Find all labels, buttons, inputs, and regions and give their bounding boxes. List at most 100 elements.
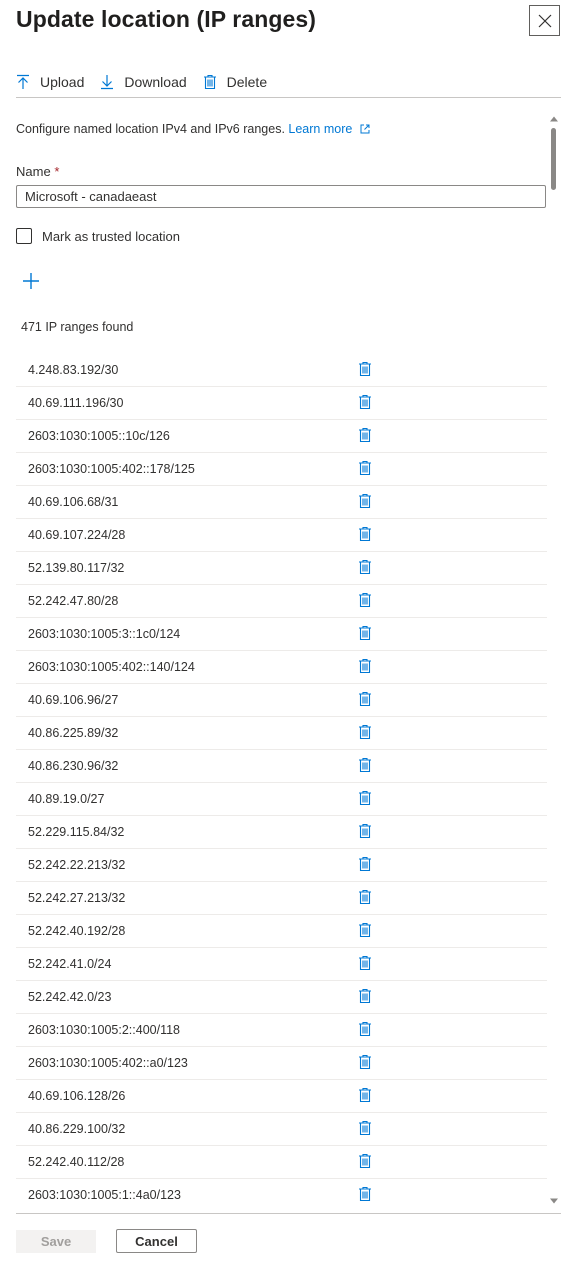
ip-range-row: 40.69.106.128/26 <box>16 1080 547 1113</box>
delete-ip-range-button[interactable] <box>358 460 372 481</box>
ip-range-value: 40.69.107.224/28 <box>28 528 126 542</box>
delete-ip-range-button[interactable] <box>358 1087 372 1108</box>
ip-range-row: 40.86.225.89/32 <box>16 717 547 750</box>
ip-range-row: 40.69.106.68/31 <box>16 486 547 519</box>
ip-range-row: 40.69.111.196/30 <box>16 387 547 420</box>
ip-range-value: 40.86.225.89/32 <box>28 726 119 740</box>
ip-range-row: 52.242.42.0/23 <box>16 981 547 1014</box>
ip-range-row: 52.242.47.80/28 <box>16 585 547 618</box>
scroll-up-icon[interactable] <box>549 114 559 124</box>
ip-range-row: 40.69.107.224/28 <box>16 519 547 552</box>
delete-label: Delete <box>226 73 268 90</box>
ip-range-value: 52.242.42.0/23 <box>28 990 112 1004</box>
delete-ip-range-button[interactable] <box>358 526 372 547</box>
download-icon <box>101 74 114 89</box>
delete-ip-range-button[interactable] <box>358 1120 372 1141</box>
ip-range-row: 2603:1030:1005::10c/126 <box>16 420 547 453</box>
upload-label: Upload <box>40 73 85 90</box>
ip-range-row: 2603:1030:1005:402::a0/123 <box>16 1047 547 1080</box>
trusted-location-checkbox[interactable] <box>16 228 32 244</box>
delete-ip-range-button[interactable] <box>358 394 372 415</box>
delete-ip-range-button[interactable] <box>358 757 372 778</box>
cancel-button[interactable]: Cancel <box>116 1229 197 1253</box>
add-ip-range-button[interactable] <box>22 272 40 295</box>
delete-ip-range-button[interactable] <box>358 1153 372 1174</box>
ip-range-value: 2603:1030:1005:402::a0/123 <box>28 1056 188 1070</box>
delete-ip-range-button[interactable] <box>358 1186 372 1207</box>
scrollbar-thumb[interactable] <box>551 128 556 190</box>
trash-icon <box>359 955 371 971</box>
trash-icon <box>359 559 371 575</box>
trash-icon <box>359 1087 371 1103</box>
ip-range-value: 2603:1030:1005:2::400/118 <box>28 1023 180 1037</box>
trusted-location-option: Mark as trusted location <box>16 228 180 244</box>
trash-icon <box>359 856 371 872</box>
trash-icon <box>359 1021 371 1037</box>
command-bar: Upload Download Delete <box>16 66 561 98</box>
ip-range-value: 52.242.47.80/28 <box>28 594 119 608</box>
download-button[interactable]: Download <box>100 74 187 90</box>
delete-ip-range-button[interactable] <box>358 790 372 811</box>
ip-range-row: 52.242.40.112/28 <box>16 1146 547 1179</box>
delete-ip-range-button[interactable] <box>358 493 372 514</box>
delete-ip-range-button[interactable] <box>358 691 372 712</box>
trash-icon <box>359 1054 371 1070</box>
ip-range-row: 2603:1030:1005:402::140/124 <box>16 651 547 684</box>
trash-icon <box>359 1186 371 1202</box>
ip-range-value: 2603:1030:1005:402::178/125 <box>28 462 195 476</box>
learn-more-label: Learn more <box>288 122 353 136</box>
name-input[interactable] <box>16 185 546 208</box>
trusted-location-label: Mark as trusted location <box>42 228 181 244</box>
delete-ip-range-button[interactable] <box>358 625 372 646</box>
delete-ip-range-button[interactable] <box>358 1054 372 1075</box>
trash-icon <box>359 394 371 410</box>
ip-range-value: 2603:1030:1005:3::1c0/124 <box>28 627 181 641</box>
delete-button[interactable]: Delete <box>203 74 267 90</box>
ip-range-value: 52.242.41.0/24 <box>28 957 112 971</box>
delete-ip-range-button[interactable] <box>358 955 372 976</box>
delete-ip-range-button[interactable] <box>358 658 372 679</box>
upload-icon <box>17 74 29 89</box>
delete-ip-range-button[interactable] <box>358 856 372 877</box>
trash-icon <box>359 1153 371 1169</box>
trash-icon <box>359 922 371 938</box>
ip-range-row: 52.229.115.84/32 <box>16 816 547 849</box>
ip-range-value: 2603:1030:1005:402::140/124 <box>28 660 195 674</box>
trash-icon <box>359 823 371 839</box>
scrollbar[interactable] <box>548 112 560 1208</box>
save-button[interactable]: Save <box>16 1230 96 1253</box>
description-text: Configure named location IPv4 and IPv6 r… <box>16 122 285 136</box>
trash-icon <box>359 526 371 542</box>
learn-more-link[interactable]: Learn more <box>288 122 370 136</box>
ip-range-value: 2603:1030:1005:1::4a0/123 <box>28 1188 181 1202</box>
ip-range-row: 52.242.27.213/32 <box>16 882 547 915</box>
description: Configure named location IPv4 and IPv6 r… <box>16 122 370 136</box>
ip-range-value: 52.242.40.192/28 <box>28 924 126 938</box>
delete-ip-range-button[interactable] <box>358 427 372 448</box>
ip-range-value: 40.69.106.128/26 <box>28 1089 126 1103</box>
trash-icon <box>359 724 371 740</box>
trash-icon <box>359 427 371 443</box>
ip-range-value: 40.69.106.96/27 <box>28 693 119 707</box>
delete-ip-range-button[interactable] <box>358 988 372 1009</box>
ip-range-row: 52.242.40.192/28 <box>16 915 547 948</box>
ip-range-row: 4.248.83.192/30 <box>16 354 547 387</box>
delete-ip-range-button[interactable] <box>358 559 372 580</box>
ip-range-row: 52.139.80.117/32 <box>16 552 547 585</box>
delete-ip-range-button[interactable] <box>358 889 372 910</box>
ip-range-value: 2603:1030:1005::10c/126 <box>28 429 170 443</box>
delete-ip-range-button[interactable] <box>358 724 372 745</box>
close-button[interactable] <box>529 5 560 36</box>
delete-ip-range-button[interactable] <box>358 823 372 844</box>
ip-range-count: 471 IP ranges found <box>21 320 134 334</box>
ip-range-value: 52.242.40.112/28 <box>28 1155 125 1169</box>
delete-ip-range-button[interactable] <box>358 1021 372 1042</box>
ip-range-value: 40.69.111.196/30 <box>28 396 124 410</box>
delete-ip-range-button[interactable] <box>358 361 372 382</box>
upload-button[interactable]: Upload <box>16 74 84 90</box>
scroll-down-icon[interactable] <box>549 1196 559 1206</box>
name-label-text: Name <box>16 164 51 179</box>
delete-ip-range-button[interactable] <box>358 592 372 613</box>
ip-range-value: 40.86.229.100/32 <box>28 1122 126 1136</box>
delete-ip-range-button[interactable] <box>358 922 372 943</box>
